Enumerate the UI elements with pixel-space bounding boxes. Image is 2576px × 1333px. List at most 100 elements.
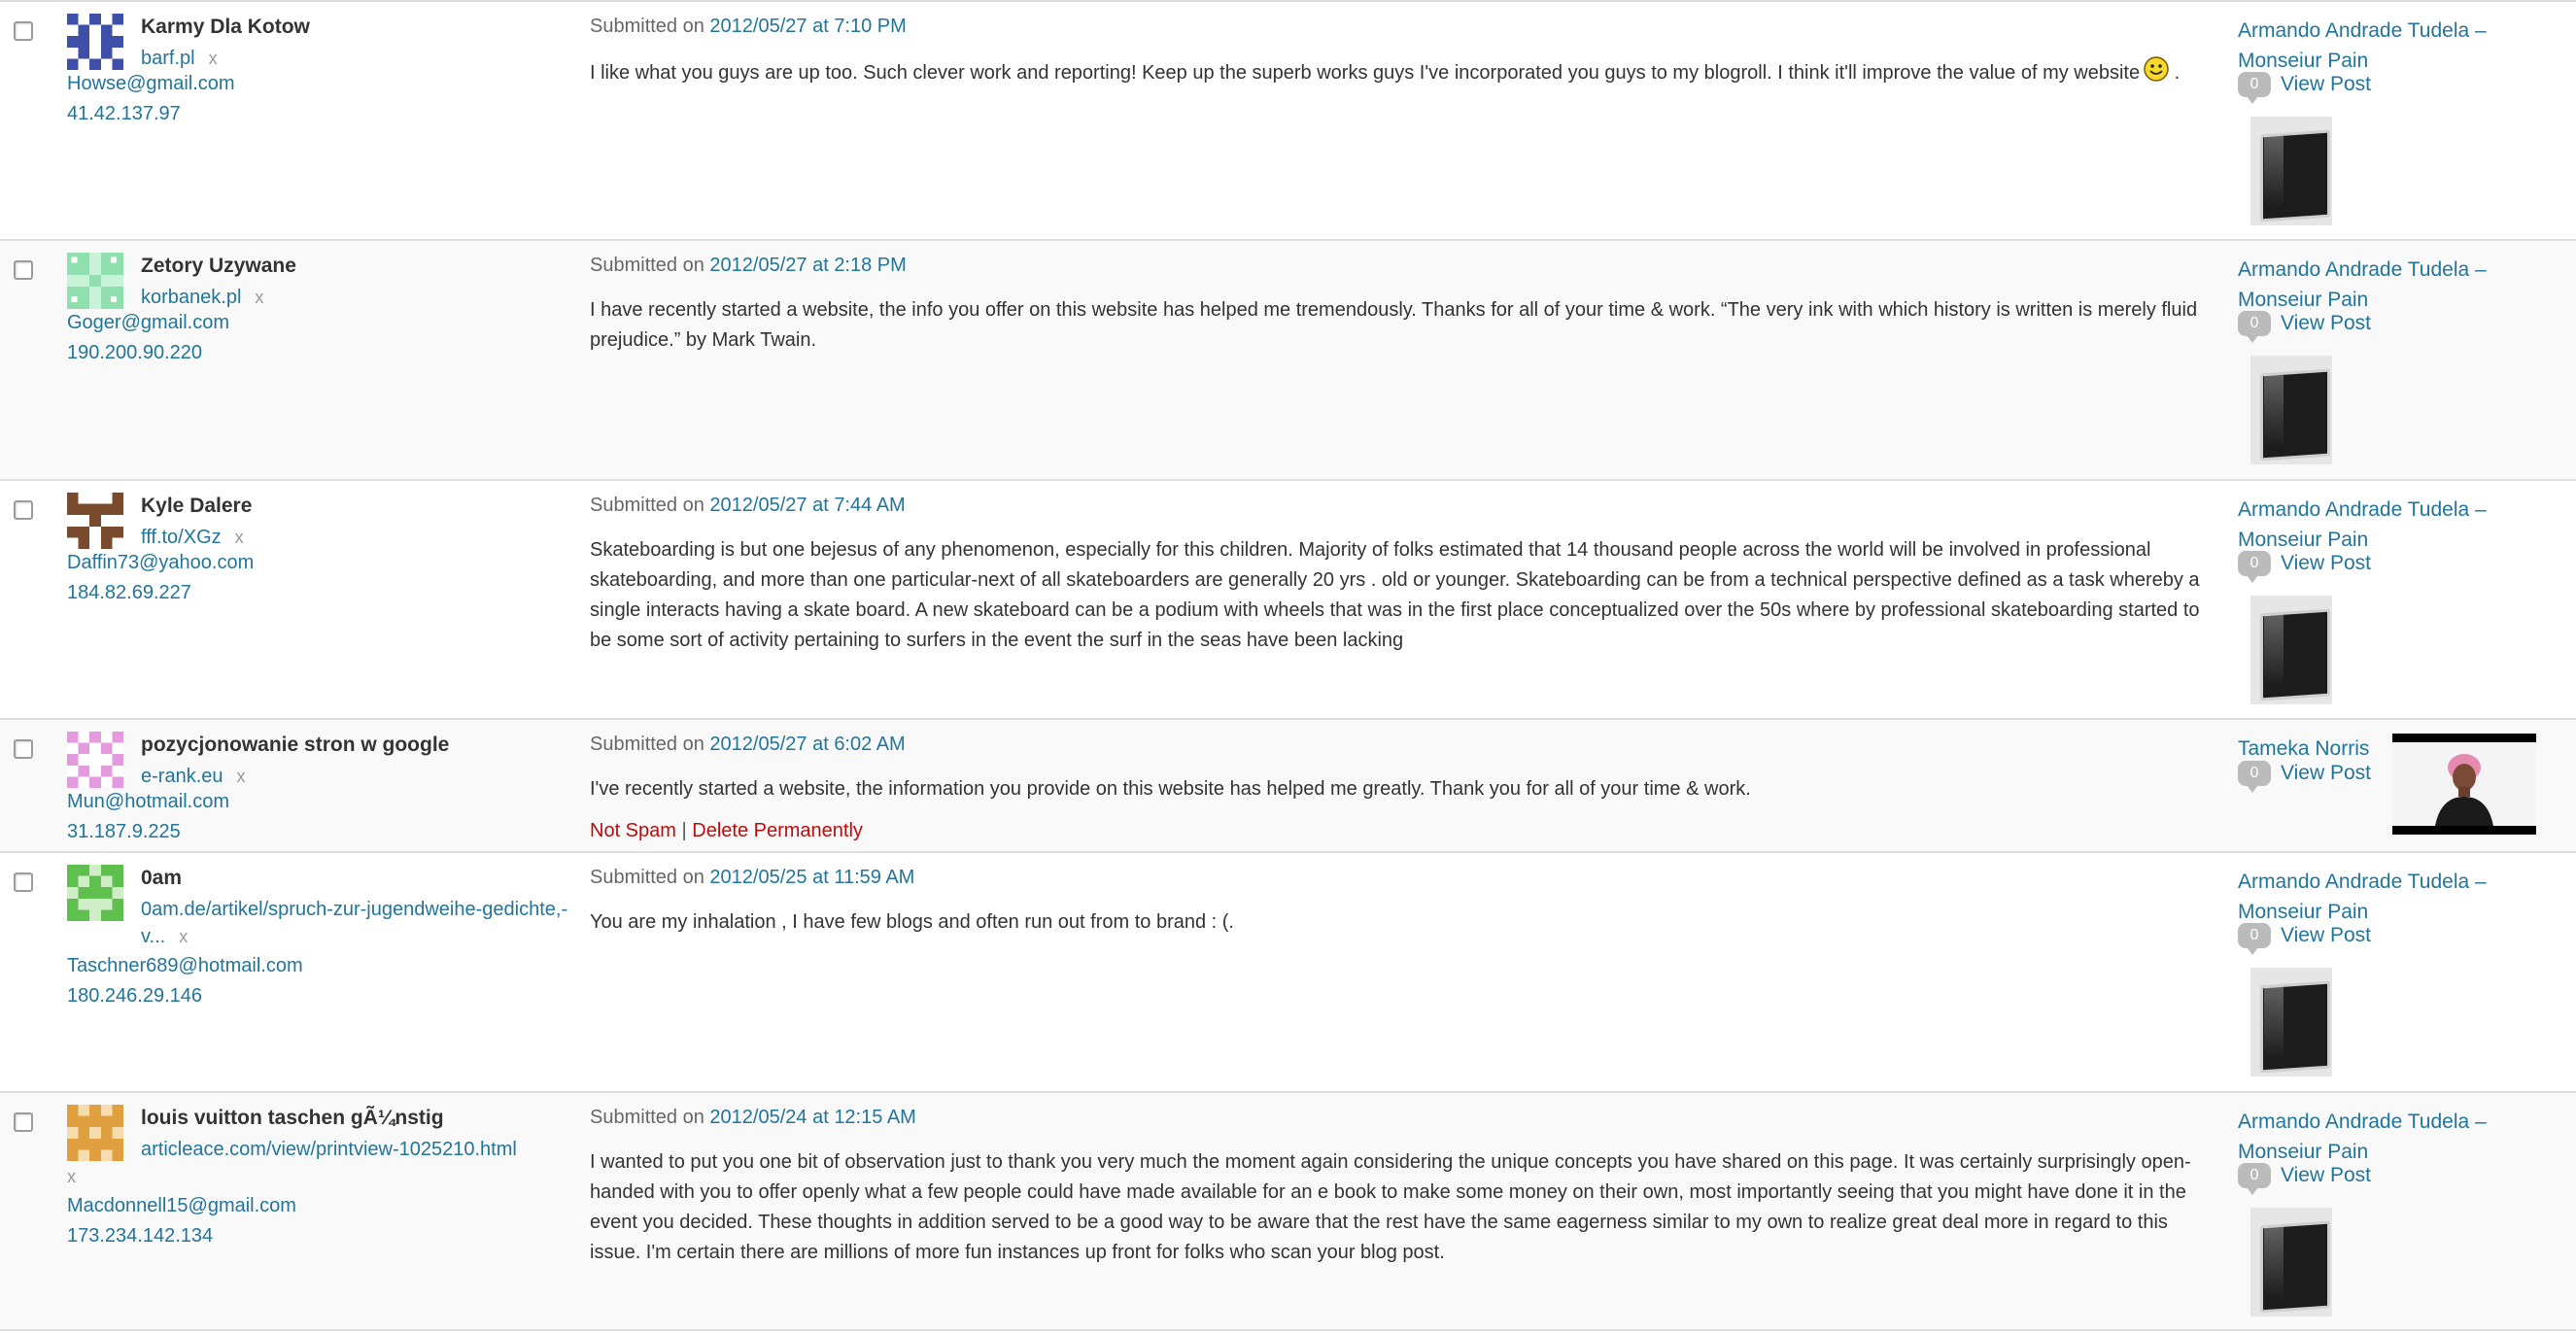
author-avatar: [67, 14, 123, 70]
author-name: Zetory Uzywane: [141, 255, 296, 277]
author-avatar: [67, 253, 123, 309]
response-meta: 0 View Post: [2238, 72, 2371, 104]
author-url-link[interactable]: korbanek.pl: [141, 287, 241, 308]
author-name: pozycjonowanie stron w google: [141, 734, 450, 756]
comment-checkbox[interactable]: [14, 260, 33, 280]
author-ip[interactable]: 41.42.137.97: [67, 103, 181, 125]
comment-count-bubble[interactable]: 0: [2238, 551, 2271, 583]
comment-date-link[interactable]: 2012/05/27 at 6:02 AM: [709, 734, 905, 755]
view-post-link[interactable]: View Post: [2281, 73, 2371, 96]
comment-checkbox[interactable]: [14, 1112, 33, 1132]
comment-count-bubble[interactable]: 0: [2238, 311, 2271, 343]
comment-count-bubble[interactable]: 0: [2238, 72, 2271, 104]
comment-date-link[interactable]: 2012/05/27 at 7:44 AM: [709, 495, 905, 516]
author-ip[interactable]: 184.82.69.227: [67, 582, 191, 604]
submitted-on: Submitted on 2012/05/27 at 7:10 PM: [590, 16, 907, 38]
comment-checkbox[interactable]: [14, 21, 33, 41]
view-post-link[interactable]: View Post: [2281, 552, 2371, 575]
author-url-link[interactable]: articleace.com/view/printview-1025210.ht…: [141, 1139, 517, 1160]
author-avatar: [67, 865, 123, 921]
author-email[interactable]: Daffin73@yahoo.com: [67, 552, 254, 574]
post-thumbnail[interactable]: [2250, 596, 2332, 704]
author-email[interactable]: Mun@hotmail.com: [67, 791, 229, 813]
author-avatar: [67, 493, 123, 549]
post-thumbnail[interactable]: [2250, 1208, 2332, 1316]
author-email[interactable]: Howse@gmail.com: [67, 73, 235, 95]
author-url[interactable]: fff.to/XGz x: [141, 524, 244, 551]
response-meta: 0 View Post: [2238, 551, 2371, 583]
author-url[interactable]: korbanek.pl x: [141, 284, 263, 311]
remove-url-x[interactable]: x: [255, 288, 263, 307]
remove-url-x[interactable]: x: [209, 49, 218, 68]
response-post-title[interactable]: Armando Andrade Tudela – Monseiur Pain: [2238, 1107, 2529, 1167]
author-avatar: [67, 732, 123, 788]
action-separator: |: [681, 820, 687, 841]
author-email[interactable]: Taschner689@hotmail.com: [67, 955, 303, 977]
comment-date-link[interactable]: 2012/05/27 at 7:10 PM: [709, 16, 906, 37]
remove-url-x[interactable]: x: [179, 927, 188, 946]
response-meta: 0 View Post: [2238, 311, 2371, 343]
post-thumbnail[interactable]: [2392, 734, 2536, 835]
author-url-link[interactable]: 0am.de/artikel/spruch-zur-jugendweihe-ge…: [141, 899, 567, 947]
comment-body-suffix: .: [2174, 62, 2181, 84]
author-email[interactable]: Macdonnell15@gmail.com: [67, 1195, 296, 1217]
remove-url-x[interactable]: x: [67, 1163, 588, 1190]
response-meta: 0 View Post: [2238, 923, 2371, 955]
author-url[interactable]: e-rank.eu x: [141, 763, 246, 790]
comment-date-link[interactable]: 2012/05/24 at 12:15 AM: [709, 1107, 915, 1128]
comment-count-bubble[interactable]: 0: [2238, 1163, 2271, 1195]
author-name: 0am: [141, 867, 183, 889]
author-url-link[interactable]: barf.pl: [141, 48, 195, 69]
comments-list: Karmy Dla Kotow barf.pl x Howse@gmail.com…: [0, 0, 2576, 1331]
comment-text: I wanted to put you one bit of observati…: [590, 1151, 2191, 1263]
author-url[interactable]: articleace.com/view/printview-1025210.ht…: [67, 1136, 588, 1190]
remove-url-x[interactable]: x: [235, 528, 244, 547]
comment-row: louis vuitton taschen gÃ¼nstig articleac…: [0, 1093, 2576, 1331]
author-ip[interactable]: 190.200.90.220: [67, 342, 202, 364]
view-post-link[interactable]: View Post: [2281, 762, 2371, 785]
view-post-link[interactable]: View Post: [2281, 312, 2371, 335]
view-post-link[interactable]: View Post: [2281, 1164, 2371, 1187]
comment-row: Kyle Dalere fff.to/XGz x Daffin73@yahoo.c…: [0, 481, 2576, 720]
submitted-label: Submitted on: [590, 16, 704, 37]
comment-date-link[interactable]: 2012/05/25 at 11:59 AM: [709, 867, 914, 888]
response-meta: 0 View Post: [2238, 761, 2371, 793]
author-ip[interactable]: 173.234.142.134: [67, 1225, 213, 1248]
response-post-title[interactable]: Armando Andrade Tudela – Monseiur Pain: [2238, 867, 2529, 927]
post-thumbnail[interactable]: [2250, 117, 2332, 225]
comment-count-bubble[interactable]: 0: [2238, 923, 2271, 955]
comment-row-actions: Not Spam | Delete Permanently: [590, 820, 863, 842]
not-spam-link[interactable]: Not Spam: [590, 820, 676, 841]
comment-text: Skateboarding is but one bejesus of any …: [590, 539, 2200, 651]
submitted-label: Submitted on: [590, 495, 704, 516]
author-name: Kyle Dalere: [141, 495, 253, 517]
remove-url-x[interactable]: x: [237, 767, 246, 786]
comment-checkbox[interactable]: [14, 872, 33, 892]
submitted-label: Submitted on: [590, 867, 704, 888]
comment-checkbox[interactable]: [14, 739, 33, 759]
comment-count-bubble[interactable]: 0: [2238, 761, 2271, 793]
view-post-link[interactable]: View Post: [2281, 924, 2371, 947]
author-url[interactable]: barf.pl x: [141, 45, 218, 72]
response-post-title[interactable]: Armando Andrade Tudela – Monseiur Pain: [2238, 255, 2529, 315]
comment-checkbox[interactable]: [14, 500, 33, 520]
portrait-image: [2392, 742, 2536, 826]
submitted-label: Submitted on: [590, 255, 704, 276]
author-url-link[interactable]: e-rank.eu: [141, 766, 223, 787]
response-post-title[interactable]: Armando Andrade Tudela – Monseiur Pain: [2238, 16, 2529, 76]
author-email[interactable]: Goger@gmail.com: [67, 312, 229, 334]
comment-text: I like what you guys are up too. Such cl…: [590, 56, 2213, 88]
comment-text: I have recently started a website, the i…: [590, 299, 2198, 351]
author-url[interactable]: 0am.de/artikel/spruch-zur-jugendweihe-ge…: [141, 896, 568, 950]
post-thumbnail[interactable]: [2250, 968, 2332, 1077]
author-ip[interactable]: 31.187.9.225: [67, 821, 181, 843]
comment-body: I like what you guys are up too. Such cl…: [590, 62, 2141, 84]
comment-date-link[interactable]: 2012/05/27 at 2:18 PM: [709, 255, 906, 276]
response-post-title[interactable]: Armando Andrade Tudela – Monseiur Pain: [2238, 495, 2529, 555]
post-thumbnail[interactable]: [2250, 356, 2332, 464]
author-ip[interactable]: 180.246.29.146: [67, 985, 202, 1008]
delete-permanently-link[interactable]: Delete Permanently: [692, 820, 863, 841]
comment-text: I've recently started a website, the inf…: [590, 778, 1751, 800]
response-meta: 0 View Post: [2238, 1163, 2371, 1195]
author-url-link[interactable]: fff.to/XGz: [141, 527, 222, 548]
